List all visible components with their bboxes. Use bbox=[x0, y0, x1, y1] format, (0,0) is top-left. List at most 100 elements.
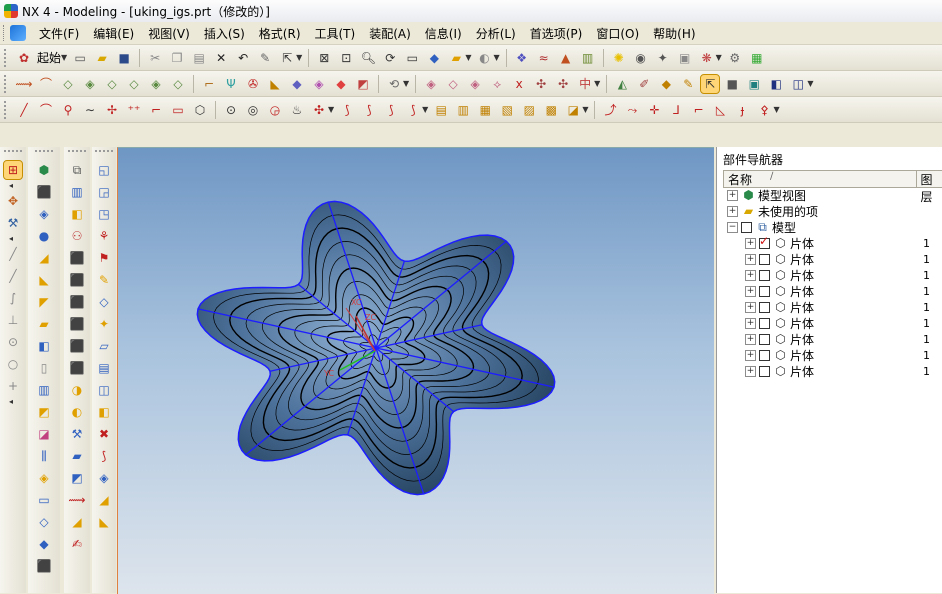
assembly-icon[interactable]: ⧉ bbox=[68, 161, 86, 179]
offset-curve-icon[interactable]: ◶ bbox=[266, 101, 284, 119]
visibility-checkbox[interactable] bbox=[759, 285, 770, 297]
cross-icon[interactable]: ✛ bbox=[645, 101, 663, 119]
rectangle-icon[interactable]: ▭ bbox=[169, 101, 187, 119]
chevron-down-icon[interactable]: ▼ bbox=[493, 53, 499, 62]
surface-icon[interactable]: ◇ bbox=[125, 75, 143, 93]
pad-icon[interactable]: ◆ bbox=[288, 75, 306, 93]
dim-line-icon[interactable]: ╱ bbox=[4, 267, 22, 285]
tree-node-sheet-body[interactable]: + ⬡ 片体 1 bbox=[723, 347, 942, 363]
tree-node-model[interactable]: − ⧉ 模型 bbox=[723, 219, 942, 235]
expand-icon[interactable]: + bbox=[745, 253, 756, 265]
toolbar-grip[interactable] bbox=[35, 150, 53, 155]
transform-icon[interactable]: ⚒ bbox=[4, 214, 22, 232]
blend-surface-icon[interactable]: ◣ bbox=[95, 513, 113, 531]
face-icon[interactable]: ✣ bbox=[532, 75, 550, 93]
sew-icon[interactable]: ◇ bbox=[444, 75, 462, 93]
chevron-down-icon[interactable]: ▼ bbox=[807, 79, 813, 88]
component-icon[interactable]: ▥ bbox=[68, 183, 86, 201]
tree-node-sheet-body[interactable]: + ⬡ 片体 1 bbox=[723, 283, 942, 299]
menu-analysis[interactable]: 分析(L) bbox=[469, 25, 523, 42]
section-surface-icon[interactable]: ⚑ bbox=[95, 249, 113, 267]
section-curve-icon[interactable]: ▥ bbox=[454, 101, 472, 119]
trimmed-sheet-icon[interactable]: ▤ bbox=[95, 359, 113, 377]
solid-icon[interactable]: ■ bbox=[723, 75, 741, 93]
box-icon[interactable]: ⬛ bbox=[35, 557, 53, 575]
menu-info[interactable]: 信息(I) bbox=[418, 25, 469, 42]
solid-cone-icon[interactable]: ⬛ bbox=[68, 293, 86, 311]
page-icon[interactable]: ◺ bbox=[711, 101, 729, 119]
hook-icon[interactable]: ⅃ bbox=[667, 101, 685, 119]
toolbar-grip[interactable] bbox=[4, 150, 22, 155]
polygon-icon[interactable]: ⬡ bbox=[191, 101, 209, 119]
slot-icon[interactable]: ◈ bbox=[310, 75, 328, 93]
pocket-tool-icon[interactable]: ◤ bbox=[35, 293, 53, 311]
solid-sphere-icon[interactable]: ⬛ bbox=[68, 315, 86, 333]
tree-node-sheet-body[interactable]: + ⬡ 片体 1 bbox=[723, 315, 942, 331]
chevron-down-icon[interactable]: ▼ bbox=[403, 79, 409, 88]
expand-icon[interactable]: + bbox=[727, 189, 738, 201]
curve-feature-icon[interactable]: ⟿ bbox=[15, 75, 33, 93]
corner-icon[interactable]: ⤳ bbox=[623, 101, 641, 119]
display-icon[interactable]: ◐ bbox=[475, 49, 493, 67]
copy-icon[interactable]: ❐ bbox=[168, 49, 186, 67]
tree-node-sheet-body[interactable]: + ⬡ 片体 1 bbox=[723, 234, 942, 251]
edit-icon[interactable]: ✎ bbox=[256, 49, 274, 67]
move-icon[interactable]: ✥ bbox=[4, 192, 22, 210]
length-icon[interactable]: ⤴ bbox=[601, 101, 619, 119]
thread-tool-icon[interactable]: ◩ bbox=[35, 403, 53, 421]
bend-icon[interactable]: ⌐ bbox=[689, 101, 707, 119]
expand-icon[interactable]: + bbox=[745, 317, 756, 329]
arc-tool-icon[interactable]: ○ bbox=[4, 355, 22, 373]
expand-icon[interactable]: + bbox=[745, 237, 756, 249]
offset-face-icon[interactable]: ◇ bbox=[35, 513, 53, 531]
law-icon[interactable]: ⟆ bbox=[95, 447, 113, 465]
divide-icon[interactable]: ▩ bbox=[542, 101, 560, 119]
mate-icon[interactable]: ⚇ bbox=[68, 227, 86, 245]
menu-help[interactable]: 帮助(H) bbox=[646, 25, 702, 42]
extrude-icon[interactable]: ◇ bbox=[59, 75, 77, 93]
palette-icon[interactable]: ◫ bbox=[789, 75, 807, 93]
solid-wedge-icon[interactable]: ⬛ bbox=[68, 359, 86, 377]
view-icon[interactable]: ◧ bbox=[767, 75, 785, 93]
offset-surface-icon[interactable]: ▱ bbox=[95, 337, 113, 355]
sew-tool-icon[interactable]: ◈ bbox=[35, 469, 53, 487]
styled-icon[interactable]: ◢ bbox=[95, 491, 113, 509]
bridge-icon[interactable]: ♨ bbox=[288, 101, 306, 119]
instance-icon[interactable]: ◪ bbox=[35, 425, 53, 443]
solid-block-icon[interactable]: ⬛ bbox=[68, 249, 86, 267]
menu-window[interactable]: 窗口(O) bbox=[589, 25, 646, 42]
menu-assembly[interactable]: 装配(A) bbox=[362, 25, 418, 42]
visibility-checkbox[interactable] bbox=[759, 317, 770, 329]
texture-icon[interactable]: ▥ bbox=[579, 49, 597, 67]
expand-icon[interactable]: + bbox=[745, 269, 756, 281]
menu-format[interactable]: 格式(R) bbox=[252, 25, 308, 42]
n-sided-icon[interactable]: ◇ bbox=[95, 293, 113, 311]
analysis-icon[interactable]: ❋ bbox=[698, 49, 716, 67]
simplify-icon[interactable]: ▦ bbox=[476, 101, 494, 119]
edge-icon[interactable]: ✐ bbox=[635, 75, 653, 93]
join-icon[interactable]: ⟆ bbox=[360, 101, 378, 119]
circle-tool-icon[interactable]: ⊙ bbox=[4, 333, 22, 351]
expand-icon[interactable]: + bbox=[727, 205, 738, 217]
fillet-icon[interactable]: ⌐ bbox=[147, 101, 165, 119]
menu-view[interactable]: 视图(V) bbox=[141, 25, 197, 42]
cut-icon[interactable]: ✂ bbox=[146, 49, 164, 67]
menu-file[interactable]: 文件(F) bbox=[32, 25, 86, 42]
camera-icon[interactable]: ◉ bbox=[632, 49, 650, 67]
mirror-icon[interactable]: ◈ bbox=[466, 75, 484, 93]
visibility-checkbox[interactable] bbox=[759, 349, 770, 361]
bulb-icon[interactable]: ✺ bbox=[610, 49, 628, 67]
start-icon[interactable]: ✿ bbox=[15, 49, 33, 67]
trim-icon[interactable]: ⟲ bbox=[385, 75, 403, 93]
wrap-icon[interactable]: ⟆ bbox=[404, 101, 422, 119]
toolbar-grip[interactable] bbox=[4, 48, 9, 67]
mesh-icon[interactable]: ◳ bbox=[95, 205, 113, 223]
chevron-down-icon[interactable]: ▼ bbox=[465, 53, 471, 62]
render-style-icon[interactable]: ▰ bbox=[447, 49, 465, 67]
highlight-icon[interactable]: ✎ bbox=[679, 75, 697, 93]
blend-icon[interactable]: ◈ bbox=[147, 75, 165, 93]
sketch-icon[interactable]: ⌒ bbox=[37, 75, 55, 93]
tree-node-sheet-body[interactable]: + ⬡ 片体 1 bbox=[723, 331, 942, 347]
solid-torus-icon[interactable]: ⬛ bbox=[68, 337, 86, 355]
chamfer-icon[interactable]: ◇ bbox=[169, 75, 187, 93]
